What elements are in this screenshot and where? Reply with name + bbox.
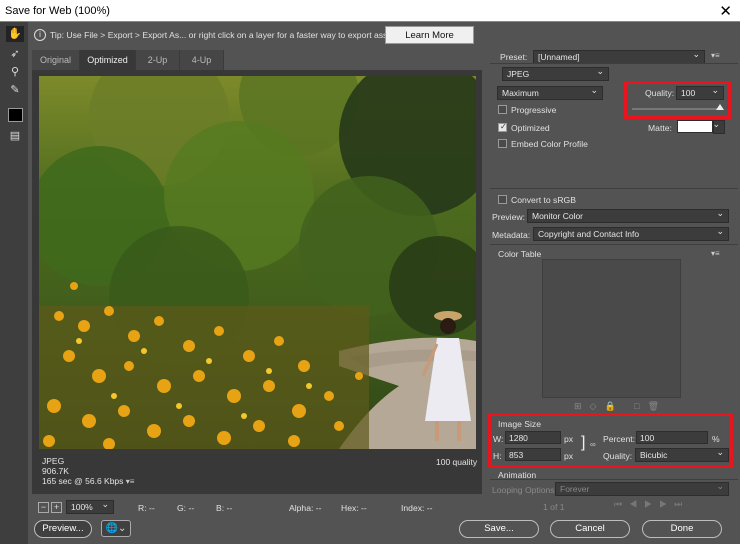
quality-label: Quality: [645, 88, 675, 98]
matte-color-swatch[interactable] [677, 120, 713, 133]
alpha-readout: Alpha: -- [289, 503, 322, 513]
color-table-menu-icon[interactable]: ▾≡ [711, 249, 720, 258]
tab-2-up[interactable]: 2-Up [136, 50, 180, 70]
eyedropper-tool-icon[interactable]: ✎ [6, 82, 24, 98]
divider [490, 188, 738, 189]
slice-select-tool-icon[interactable]: ➶ [6, 46, 24, 62]
close-icon[interactable]: ✕ [719, 2, 732, 20]
frame-counter: 1 of 1 [543, 502, 565, 512]
image-size-title: Image Size [498, 419, 541, 429]
embed-profile-label: Embed Color Profile [511, 139, 588, 149]
tab-optimized[interactable]: Optimized [80, 50, 136, 70]
index-readout: Index: -- [401, 503, 433, 513]
resample-quality-label: Quality: [603, 451, 633, 461]
quality-slider-handle[interactable] [716, 104, 724, 110]
window-title: Save for Web (100%) [0, 0, 740, 22]
optimized-image-preview[interactable] [39, 76, 476, 449]
preview-button[interactable]: Preview... [34, 520, 92, 538]
learn-more-button[interactable]: Learn More [385, 26, 474, 44]
preview-label: Preview: [492, 212, 525, 222]
red-readout: R: -- [138, 503, 155, 513]
percent-input[interactable]: 100 [636, 431, 708, 444]
link-icon[interactable]: ∞ [590, 440, 596, 449]
height-label: H: [493, 451, 502, 461]
color-table-tool-icons[interactable]: ⊞◇🔒 □🗑 [574, 401, 667, 412]
image-format: JPEG [42, 456, 65, 466]
eyedropper-color-swatch[interactable] [8, 108, 23, 122]
color-table-title: Color Table [498, 249, 542, 259]
zoom-in-button[interactable]: + [51, 502, 62, 513]
progressive-checkbox[interactable] [498, 105, 507, 114]
convert-srgb-checkbox[interactable] [498, 195, 507, 204]
browser-select-icon[interactable]: 🌐⌄ [101, 520, 131, 537]
progressive-label: Progressive [511, 105, 557, 115]
tip-text: Tip: Use File > Export > Export As... or… [50, 30, 399, 40]
done-button[interactable]: Done [642, 520, 722, 538]
quality-input[interactable]: 100 [676, 86, 724, 100]
quality-note: 100 quality [436, 457, 478, 467]
percent-unit: % [712, 434, 720, 444]
preset-label: Preset: [500, 52, 528, 62]
zoom-level-select[interactable]: 100% [66, 500, 114, 514]
looping-select[interactable]: Forever [555, 482, 729, 496]
resample-quality-select[interactable]: Bicubic [635, 448, 729, 462]
matte-select[interactable] [712, 120, 725, 134]
optimized-label: Optimized [511, 123, 550, 133]
zoom-out-button[interactable]: − [38, 502, 49, 513]
animation-controls-icons[interactable]: ⏮◀▶▶⏭ [614, 499, 689, 510]
cancel-button[interactable]: Cancel [550, 520, 630, 538]
preview-select[interactable]: Monitor Color [527, 209, 729, 223]
height-input[interactable]: 853 [505, 448, 561, 461]
width-unit: px [564, 434, 574, 444]
blue-readout: B: -- [216, 503, 233, 513]
constrain-proportions-icon[interactable]: ] [581, 434, 585, 452]
preset-select[interactable]: [Unnamed] [533, 50, 705, 64]
divider [490, 244, 738, 245]
hex-readout: Hex: -- [341, 503, 367, 513]
download-speed-menu-icon[interactable]: ▾≡ [126, 477, 135, 486]
zoom-tool-icon[interactable]: ⚲ [6, 64, 24, 80]
convert-srgb-label: Convert to sRGB [511, 195, 576, 205]
hand-tool-icon[interactable]: ✋ [6, 26, 24, 42]
divider [490, 63, 738, 64]
download-time: 165 sec @ 56.6 Kbps [42, 476, 124, 486]
save-button[interactable]: Save... [459, 520, 539, 538]
settings-menu-icon[interactable]: ▾≡ [711, 51, 720, 60]
format-select[interactable]: JPEG [502, 67, 609, 81]
width-input[interactable]: 1280 [505, 431, 561, 444]
green-readout: G: -- [177, 503, 195, 513]
image-info: JPEG 906.7K 165 sec @ 56.6 Kbps ▾≡ [42, 456, 134, 487]
tool-column: ✋ ➶ ⚲ ✎ ▤ [0, 22, 28, 544]
looping-label: Looping Options: [492, 485, 557, 495]
compression-select[interactable]: Maximum [497, 86, 603, 100]
optimized-checkbox[interactable] [498, 122, 507, 132]
height-unit: px [564, 451, 574, 461]
info-icon: i [34, 29, 46, 41]
divider [490, 479, 738, 480]
quality-slider-track[interactable] [632, 108, 722, 110]
percent-label: Percent: [603, 434, 636, 444]
toggle-slices-icon[interactable]: ▤ [6, 128, 24, 144]
tab-original[interactable]: Original [32, 50, 80, 70]
tab-4-up[interactable]: 4-Up [180, 50, 224, 70]
metadata-label: Metadata: [492, 230, 531, 240]
matte-label: Matte: [648, 123, 672, 133]
embed-profile-checkbox[interactable] [498, 139, 507, 148]
width-label: W: [493, 434, 504, 444]
color-table-grid[interactable] [542, 259, 681, 398]
image-file-size: 906.7K [42, 466, 69, 476]
metadata-select[interactable]: Copyright and Contact Info [533, 227, 729, 241]
